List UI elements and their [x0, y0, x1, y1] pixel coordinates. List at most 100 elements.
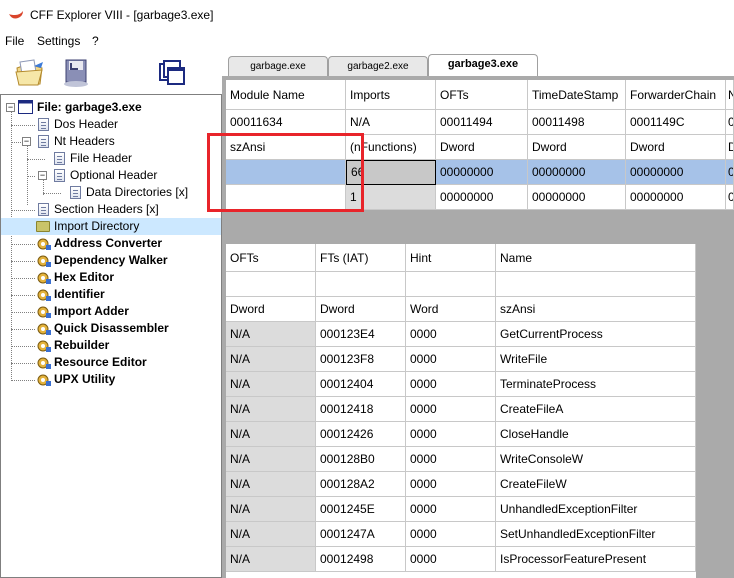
tree-tool-import-adder[interactable]: Import Adder [1, 303, 221, 320]
table-cell[interactable]: N/A [226, 547, 316, 572]
tree-item-file-header[interactable]: File Header [1, 150, 221, 167]
table-cell[interactable]: 0000 [406, 422, 496, 447]
table-cell[interactable]: 0000 [406, 372, 496, 397]
table-cell[interactable]: 000128B0 [316, 447, 406, 472]
table-cell[interactable]: Dword [528, 135, 626, 160]
table-cell[interactable]: 0000 [406, 397, 496, 422]
tab-garbage2-exe[interactable]: garbage2.exe [328, 56, 428, 77]
table-cell[interactable]: 00011498 [528, 110, 626, 135]
table-cell[interactable]: 0000 [406, 472, 496, 497]
column-header[interactable]: N [726, 80, 734, 110]
table-cell[interactable]: N/A [226, 497, 316, 522]
table-cell[interactable]: 0000 [406, 347, 496, 372]
table-cell[interactable]: 0000 [406, 322, 496, 347]
column-header[interactable]: OFTs [436, 80, 528, 110]
table-cell[interactable]: CreateFileW [496, 472, 696, 497]
windows-icon[interactable] [156, 58, 188, 88]
table-cell[interactable]: WriteFile [496, 347, 696, 372]
table-cell[interactable]: 0001245E [316, 497, 406, 522]
column-header[interactable]: TimeDateStamp [528, 80, 626, 110]
table-cell[interactable] [226, 272, 316, 297]
table-cell[interactable]: 0000 [406, 547, 496, 572]
column-header[interactable]: Imports [346, 80, 436, 110]
tree-item-nt-headers[interactable]: − Nt Headers [1, 133, 221, 150]
open-file-icon[interactable] [14, 58, 46, 88]
table-cell[interactable]: 00012498 [316, 547, 406, 572]
tree-tool-rebuilder[interactable]: Rebuilder [1, 337, 221, 354]
table-cell[interactable]: Dword [316, 297, 406, 322]
save-file-icon[interactable] [60, 58, 92, 88]
column-header[interactable]: Module Name [226, 80, 346, 110]
table-cell[interactable]: N/A [226, 522, 316, 547]
table-cell[interactable]: N/A [226, 447, 316, 472]
table-cell[interactable]: szAnsi [226, 135, 346, 160]
table-cell[interactable] [226, 160, 346, 185]
column-header[interactable]: Name [496, 244, 696, 272]
table-cell[interactable]: Word [406, 297, 496, 322]
tree-tool-hex-editor[interactable]: Hex Editor [1, 269, 221, 286]
table-cell[interactable]: 00012418 [316, 397, 406, 422]
column-header[interactable]: ForwarderChain [626, 80, 726, 110]
table-cell[interactable]: N/A [346, 110, 436, 135]
table-cell[interactable]: 00000000 [528, 160, 626, 185]
tree-item-dos-header[interactable]: Dos Header [1, 116, 221, 133]
table-cell[interactable]: Dword [436, 135, 528, 160]
table-cell[interactable] [496, 272, 696, 297]
table-cell[interactable]: CreateFileA [496, 397, 696, 422]
table-cell[interactable]: N/A [226, 322, 316, 347]
table-cell[interactable]: 0001149C [626, 110, 726, 135]
table-cell[interactable]: 000128A2 [316, 472, 406, 497]
table-cell[interactable]: 66 [346, 160, 436, 185]
tab-garbage3-exe[interactable]: garbage3.exe [428, 54, 538, 77]
collapse-icon[interactable]: − [6, 103, 15, 112]
table-cell[interactable]: UnhandledExceptionFilter [496, 497, 696, 522]
table-cell[interactable]: CloseHandle [496, 422, 696, 447]
table-cell[interactable]: szAnsi [496, 297, 696, 322]
table-cell[interactable]: SetUnhandledExceptionFilter [496, 522, 696, 547]
table-cell[interactable]: 0000 [406, 497, 496, 522]
table-cell[interactable]: IsProcessorFeaturePresent [496, 547, 696, 572]
column-header[interactable]: Hint [406, 244, 496, 272]
table-cell[interactable]: N/A [226, 347, 316, 372]
tree-root-file[interactable]: − File: garbage3.exe [1, 99, 221, 116]
menu-help[interactable]: ? [92, 34, 99, 48]
table-cell[interactable]: 00000000 [528, 185, 626, 210]
table-cell[interactable]: N/A [226, 472, 316, 497]
collapse-icon[interactable]: − [22, 137, 31, 146]
menu-file[interactable]: File [5, 34, 24, 48]
table-cell[interactable]: D [726, 135, 734, 160]
table-cell[interactable]: 0000 [406, 447, 496, 472]
table-cell[interactable]: N/A [226, 397, 316, 422]
tree-item-section-headers[interactable]: Section Headers [x] [1, 201, 221, 218]
table-cell[interactable]: N/A [226, 372, 316, 397]
table-cell[interactable]: 000123E4 [316, 322, 406, 347]
tree-tool-dependency-walker[interactable]: Dependency Walker [1, 252, 221, 269]
table-cell[interactable]: GetCurrentProcess [496, 322, 696, 347]
table-cell[interactable]: 0000 [406, 522, 496, 547]
table-cell[interactable]: 0 [726, 110, 734, 135]
table-cell[interactable]: 00000000 [626, 160, 726, 185]
table-cell[interactable]: 00011494 [436, 110, 528, 135]
table-cell[interactable]: Dword [626, 135, 726, 160]
table-cell[interactable]: WriteConsoleW [496, 447, 696, 472]
tree-tool-quick-disassembler[interactable]: Quick Disassembler [1, 320, 221, 337]
table-cell[interactable]: 000123F8 [316, 347, 406, 372]
table-cell[interactable]: 00011634 [226, 110, 346, 135]
tree-tool-identifier[interactable]: Identifier [1, 286, 221, 303]
table-cell[interactable]: 1 [346, 185, 436, 210]
collapse-icon[interactable]: − [38, 171, 47, 180]
table-cell[interactable]: 00000000 [436, 160, 528, 185]
table-cell[interactable]: 00012426 [316, 422, 406, 447]
tree-item-data-directories[interactable]: Data Directories [x] [1, 184, 221, 201]
menu-settings[interactable]: Settings [37, 34, 80, 48]
table-cell[interactable] [316, 272, 406, 297]
table-cell[interactable]: Dword [226, 297, 316, 322]
column-header[interactable]: OFTs [226, 244, 316, 272]
tree-tool-address-converter[interactable]: Address Converter [1, 235, 221, 252]
table-cell[interactable]: 0 [726, 160, 734, 185]
tab-garbage-exe[interactable]: garbage.exe [228, 56, 328, 77]
table-cell[interactable] [226, 185, 346, 210]
table-cell[interactable]: (nFunctions) [346, 135, 436, 160]
table-cell[interactable]: TerminateProcess [496, 372, 696, 397]
tree-item-import-directory[interactable]: Import Directory [1, 218, 221, 235]
